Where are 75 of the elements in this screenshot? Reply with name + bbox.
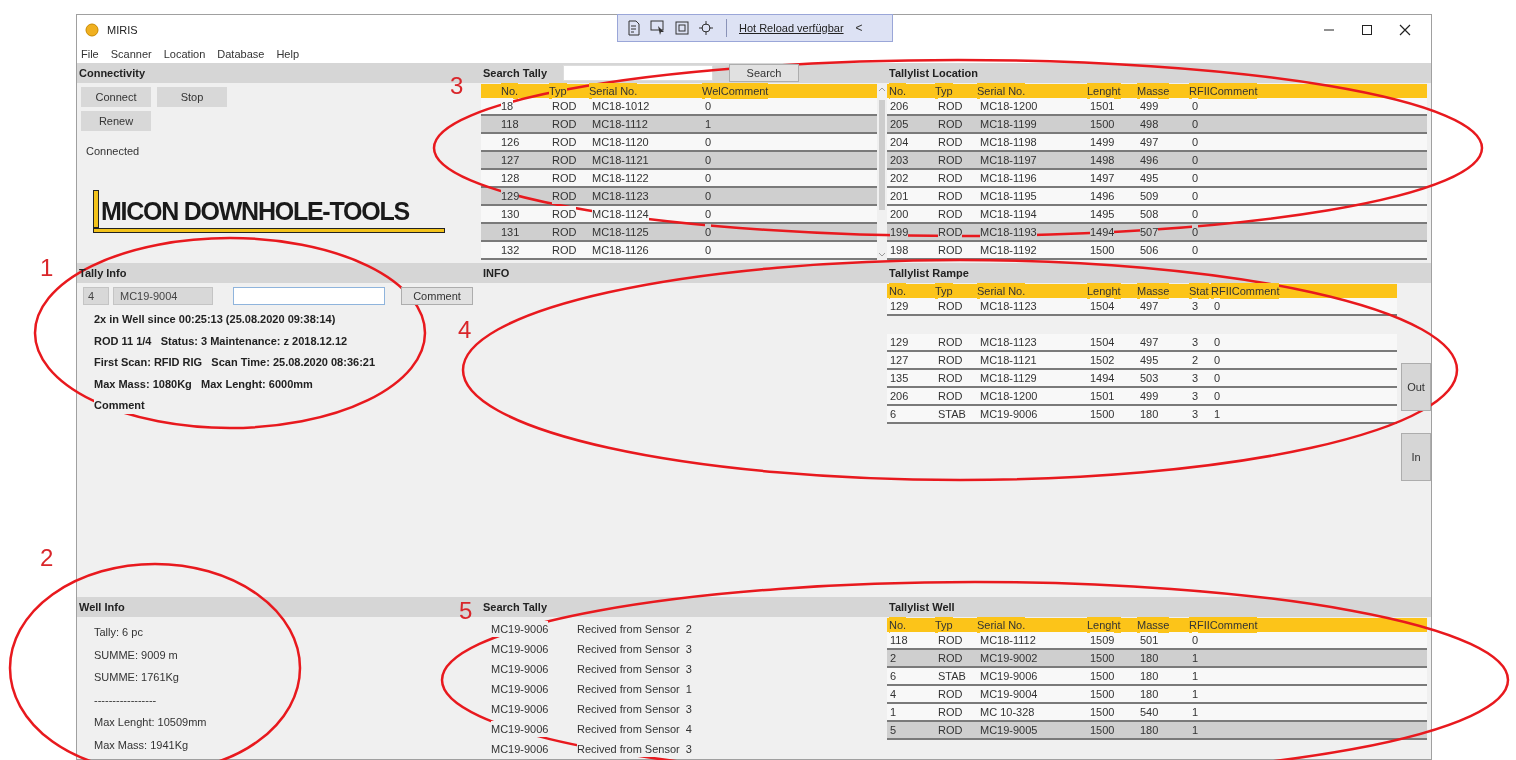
table-row[interactable]: 129 ROD MC18-1123 1504 497 3 0 (887, 298, 1397, 316)
table-row[interactable]: 18 ROD MC18-1012 0 (481, 98, 877, 116)
table-row[interactable]: 132 ROD MC18-1126 0 (481, 242, 877, 260)
action-button[interactable]: Stop (157, 87, 227, 107)
annotation-number: 1 (40, 254, 54, 282)
table-row[interactable]: 204 ROD MC18-1198 1499 497 0 (887, 134, 1427, 152)
window-title: MIRIS (107, 22, 138, 38)
menu-item[interactable]: Location (163, 45, 206, 63)
table-row[interactable]: 198 ROD MC18-1192 1500 506 0 (887, 242, 1427, 260)
table-row[interactable]: 129 ROD MC18-1123 1504 497 3 0 (887, 334, 1397, 352)
table-row[interactable]: 5 ROD MC19-9005 1500 180 1 (887, 722, 1427, 740)
search-field[interactable] (563, 65, 713, 81)
connection-status: Connected (85, 144, 141, 159)
comment-button[interactable]: Comment (401, 287, 473, 305)
section-title: Tallylist Rampe (889, 265, 969, 281)
section-title: Connectivity (79, 65, 145, 81)
table-row[interactable]: 118 ROD MC18-1112 1509 501 0 (887, 632, 1427, 650)
table-row[interactable]: 135 ROD MC18-1129 1494 503 3 0 (887, 370, 1397, 388)
table-row[interactable]: 206 ROD MC18-1200 1501 499 0 (887, 98, 1427, 116)
logo-side-bar (93, 189, 99, 228)
table-row[interactable]: 202 ROD MC18-1196 1497 495 0 (887, 170, 1427, 188)
comment-field[interactable] (233, 287, 385, 305)
table-row[interactable]: 129 ROD MC18-1123 0 (481, 188, 877, 206)
log-serial: MC19-9006 (491, 620, 549, 638)
menu-item[interactable]: Help (276, 45, 300, 63)
section-title: Search Tally (483, 599, 547, 615)
table-row[interactable]: 127 ROD MC18-1121 0 (481, 152, 877, 170)
table-row[interactable]: 130 ROD MC18-1124 0 (481, 206, 877, 224)
close-icon (1399, 24, 1411, 36)
cursor-icon (650, 20, 666, 36)
log-serial: MC19-9006 (491, 720, 549, 738)
collapse-button[interactable]: < (851, 19, 867, 37)
section-title: Tallylist Well (889, 599, 955, 615)
side-button[interactable]: In (1401, 433, 1431, 481)
table-row[interactable]: 201 ROD MC18-1195 1496 509 0 (887, 188, 1427, 206)
number-field[interactable]: 4 (83, 287, 109, 305)
annotation-number: 4 (458, 316, 472, 344)
table-row[interactable]: 131 ROD MC18-1125 0 (481, 224, 877, 242)
table-row[interactable]: 6 STAB MC19-9006 1500 180 3 1 (887, 406, 1397, 424)
side-button[interactable]: Out (1401, 363, 1431, 411)
table-row[interactable]: 2 ROD MC19-9002 1500 180 1 (887, 650, 1427, 668)
annotation-number: 5 (459, 597, 473, 625)
table-row[interactable]: 4 ROD MC19-9004 1500 180 1 (887, 686, 1427, 704)
square-icon (674, 20, 690, 36)
table-row[interactable]: 127 ROD MC18-1121 1502 495 2 0 (887, 352, 1397, 370)
action-button[interactable]: Renew (81, 111, 151, 131)
table-row[interactable]: 1 ROD MC 10-328 1500 540 1 (887, 704, 1427, 722)
maximize-icon (1361, 24, 1373, 36)
menu-item[interactable]: File (81, 45, 99, 63)
table-row[interactable]: 200 ROD MC18-1194 1495 508 0 (887, 206, 1427, 224)
company-logo: MICON DOWNHOLE-TOOLS (101, 195, 409, 227)
section-title: Tallylist Location (889, 65, 979, 81)
serial-field[interactable]: MC19-9004 (113, 287, 213, 305)
menu-item[interactable]: Database (217, 45, 265, 63)
section-title: Search Tally (483, 65, 547, 81)
section-title: INFO (483, 265, 510, 281)
search-button[interactable]: Search (729, 64, 799, 82)
table-row[interactable]: 203 ROD MC18-1197 1498 496 0 (887, 152, 1427, 170)
annotation-number: 2 (40, 544, 54, 572)
section-title: Well Info (79, 599, 125, 615)
document-icon (626, 20, 642, 36)
hot-reload-link[interactable]: Hot Reload verfügbar (739, 19, 844, 37)
table-row[interactable]: 206 ROD MC18-1200 1501 499 3 0 (887, 388, 1397, 406)
section-title: Tally Info (79, 265, 127, 281)
crosshair-icon (698, 20, 714, 36)
action-button[interactable]: Connect (81, 87, 151, 107)
annotation-number: 3 (450, 72, 464, 100)
menu-item[interactable]: Scanner (110, 45, 152, 63)
table-row[interactable]: 118 ROD MC18-1112 1 (481, 116, 877, 134)
table-row[interactable]: 6 STAB MC19-9006 1500 180 1 (887, 668, 1427, 686)
table-row[interactable]: 128 ROD MC18-1122 0 (481, 170, 877, 188)
table-row[interactable]: 205 ROD MC18-1199 1500 498 0 (887, 116, 1427, 134)
table-row[interactable]: 199 ROD MC18-1193 1494 507 0 (887, 224, 1427, 242)
table-row[interactable]: 126 ROD MC18-1120 0 (481, 134, 877, 152)
app-icon (85, 23, 99, 37)
